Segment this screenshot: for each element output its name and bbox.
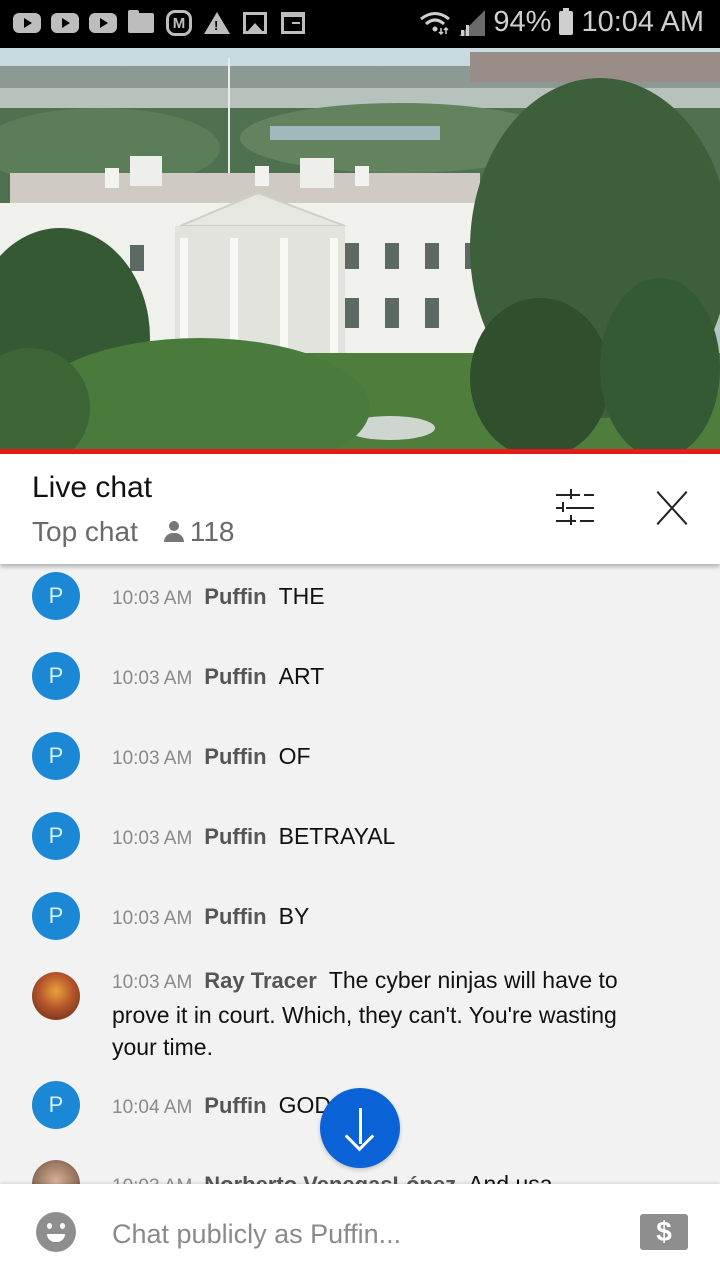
battery-percent: 94% bbox=[493, 6, 552, 38]
status-bar: M 94% 10:04 AM bbox=[0, 0, 720, 48]
message-text: BY bbox=[278, 903, 310, 929]
avatar[interactable]: P bbox=[32, 812, 80, 860]
notification-icons: M bbox=[12, 10, 308, 36]
message-text: ART bbox=[278, 663, 325, 689]
message-body: 10:03 AM Norberto VenegasLópez And usa bbox=[112, 1168, 632, 1184]
message-body: 10:03 AM Puffin ART bbox=[112, 660, 632, 695]
youtube-icon bbox=[50, 10, 80, 36]
message-author[interactable]: Puffin bbox=[204, 904, 266, 929]
avatar[interactable]: P bbox=[32, 1081, 80, 1129]
filter-icon[interactable] bbox=[552, 486, 600, 530]
chat-mode-selector[interactable]: Top chat 118 bbox=[32, 516, 235, 548]
message-author[interactable]: Puffin bbox=[204, 584, 266, 609]
message-author[interactable]: Ray Tracer bbox=[204, 968, 317, 993]
message-body: 10:03 AM Puffin THE bbox=[112, 580, 632, 615]
person-icon bbox=[163, 521, 184, 543]
system-status: 94% 10:04 AM bbox=[419, 6, 704, 39]
message-author[interactable]: Norberto VenegasLópez bbox=[204, 1172, 456, 1184]
message-body: 10:03 AM Puffin OF bbox=[112, 740, 632, 775]
image-icon bbox=[240, 10, 270, 36]
clock: 10:04 AM bbox=[581, 6, 704, 38]
battery-icon bbox=[559, 7, 574, 35]
m-app-icon: M bbox=[164, 10, 194, 36]
avatar[interactable] bbox=[32, 1160, 80, 1184]
video-player[interactable] bbox=[0, 48, 720, 450]
message-time: 10:03 AM bbox=[112, 972, 193, 993]
avatar[interactable]: P bbox=[32, 652, 80, 700]
message-body: 10:03 AM Puffin BETRAYAL bbox=[112, 820, 632, 855]
super-chat-button[interactable]: $ bbox=[640, 1214, 688, 1250]
avatar[interactable] bbox=[32, 972, 80, 1020]
youtube-icon bbox=[88, 10, 118, 36]
message-body: 10:03 AM Puffin BY bbox=[112, 900, 632, 935]
message-text: BETRAYAL bbox=[278, 823, 396, 849]
chat-mode-label: Top chat bbox=[32, 516, 138, 547]
signal-icon bbox=[459, 9, 486, 36]
chat-input-bar: $ bbox=[0, 1184, 720, 1280]
avatar[interactable]: P bbox=[32, 892, 80, 940]
message-text: And usa bbox=[468, 1171, 553, 1184]
message-author[interactable]: Puffin bbox=[204, 1093, 266, 1118]
warning-icon bbox=[202, 10, 232, 36]
folder-icon bbox=[126, 10, 156, 36]
wifi-icon bbox=[420, 11, 451, 35]
message-time: 10:03 AM bbox=[112, 588, 193, 609]
youtube-icon bbox=[12, 10, 42, 36]
message-author[interactable]: Puffin bbox=[204, 824, 266, 849]
message-time: 10:04 AM bbox=[112, 1097, 193, 1118]
message-text: OF bbox=[278, 743, 311, 769]
scroll-to-bottom-button[interactable] bbox=[320, 1088, 400, 1168]
message-author[interactable]: Puffin bbox=[204, 664, 266, 689]
emoji-icon[interactable] bbox=[36, 1212, 76, 1252]
chat-title: Live chat bbox=[32, 471, 153, 504]
message-time: 10:03 AM bbox=[112, 908, 193, 929]
message-time: 10:03 AM bbox=[112, 1176, 192, 1184]
message-time: 10:03 AM bbox=[112, 668, 193, 689]
message-body: 10:03 AM Ray Tracer The cyber ninjas will … bbox=[112, 964, 632, 1063]
avatar[interactable]: P bbox=[32, 732, 80, 780]
news-icon bbox=[278, 10, 308, 36]
chat-header: Live chat Top chat 118 bbox=[0, 454, 720, 564]
message-author[interactable]: Puffin bbox=[204, 744, 266, 769]
message-time: 10:03 AM bbox=[112, 828, 193, 849]
avatar[interactable]: P bbox=[32, 572, 80, 620]
message-text: THE bbox=[278, 583, 325, 609]
video-frame bbox=[0, 48, 720, 450]
viewer-count: 118 bbox=[163, 516, 235, 548]
viewer-count-value: 118 bbox=[189, 516, 235, 547]
chat-input[interactable] bbox=[112, 1212, 592, 1256]
message-time: 10:03 AM bbox=[112, 748, 193, 769]
close-icon[interactable] bbox=[648, 484, 696, 532]
